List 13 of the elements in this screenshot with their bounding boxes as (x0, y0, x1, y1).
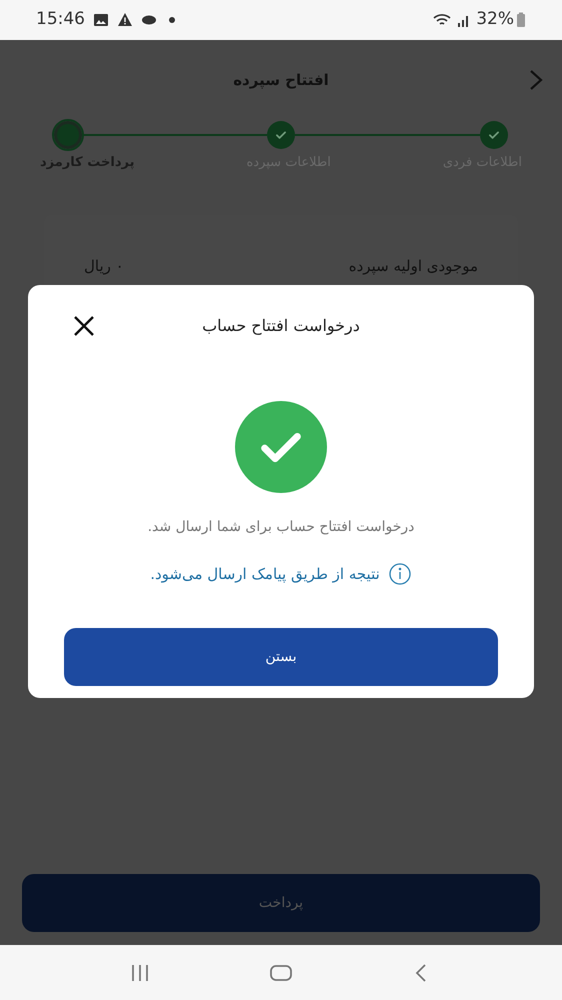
summary-label: موجودی اولیه سپرده (348, 256, 478, 277)
image-icon (93, 12, 109, 28)
close-icon[interactable] (72, 314, 96, 338)
battery-icon (516, 12, 526, 28)
close-button[interactable]: بستن (64, 628, 498, 686)
battery-percent: 32% (476, 8, 514, 32)
dialog-message: درخواست افتتاح حساب برای شما ارسال شد. (148, 518, 414, 537)
info-icon (388, 562, 412, 586)
home-icon[interactable] (268, 962, 293, 982)
warning-icon (117, 12, 133, 28)
status-time: 15:46 (36, 8, 85, 32)
dialog-note: نتیجه از طریق پیامک ارسال می‌شود. (150, 564, 380, 585)
dialog-title: درخواست افتتاح حساب (202, 315, 360, 337)
